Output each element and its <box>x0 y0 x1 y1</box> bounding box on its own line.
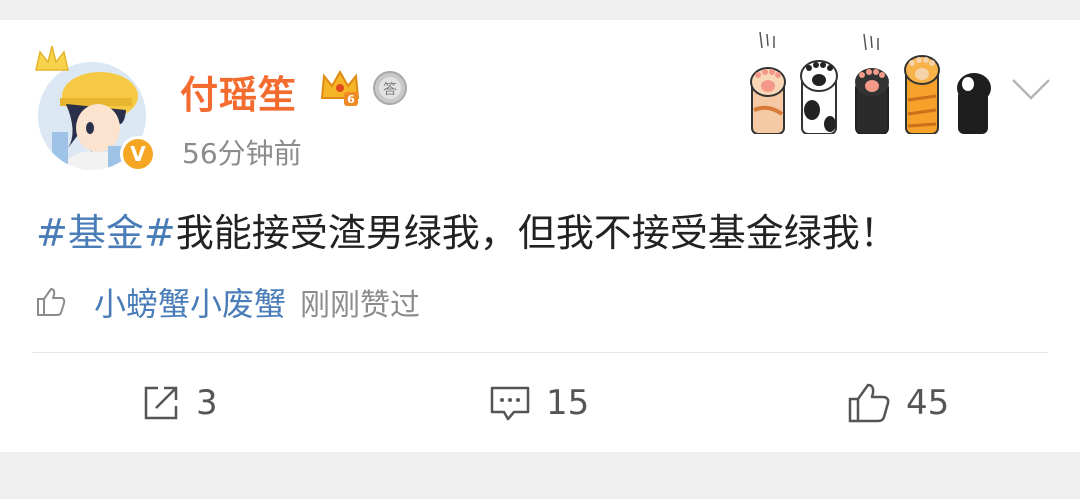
post-body: #基金#我能接受渣男绿我，但我不接受基金绿我！ <box>36 202 898 257</box>
separator-bar <box>0 452 1080 499</box>
liked-by-row: 小螃蟹小废蟹 刚刚赞过 <box>34 279 421 325</box>
chevron-down-icon[interactable] <box>1010 76 1052 102</box>
liker-name-link[interactable]: 小螃蟹小废蟹 <box>94 279 286 325</box>
medal-icon[interactable]: 答 <box>372 70 408 106</box>
thumbs-up-icon <box>848 383 890 423</box>
liked-status: 刚刚赞过 <box>300 288 421 323</box>
share-count: 3 <box>196 383 218 423</box>
avatar-crown-icon <box>35 45 69 71</box>
crown-icon[interactable]: 6 <box>318 68 362 108</box>
post-timestamp: 56分钟前 <box>182 137 302 170</box>
share-button[interactable]: 3 <box>140 380 218 426</box>
divider <box>32 352 1048 353</box>
crown-level: 6 <box>347 93 355 106</box>
author-name[interactable]: 付瑶笙 <box>180 64 297 119</box>
like-button[interactable]: 45 <box>846 380 949 426</box>
avatar[interactable]: V <box>35 44 156 172</box>
cat-paws-decoration <box>748 30 998 135</box>
thumbs-up-icon <box>37 288 66 316</box>
post-text: 我能接受渣男绿我，但我不接受基金绿我！ <box>175 211 898 255</box>
comment-count: 15 <box>546 383 590 423</box>
verified-badge-icon: V <box>120 136 156 172</box>
comment-button[interactable]: 15 <box>488 380 589 426</box>
share-icon <box>144 386 178 420</box>
like-count: 45 <box>906 383 950 423</box>
medal-label: 答 <box>383 81 397 98</box>
comment-icon <box>490 386 530 421</box>
hashtag-link[interactable]: #基金# <box>36 211 176 255</box>
